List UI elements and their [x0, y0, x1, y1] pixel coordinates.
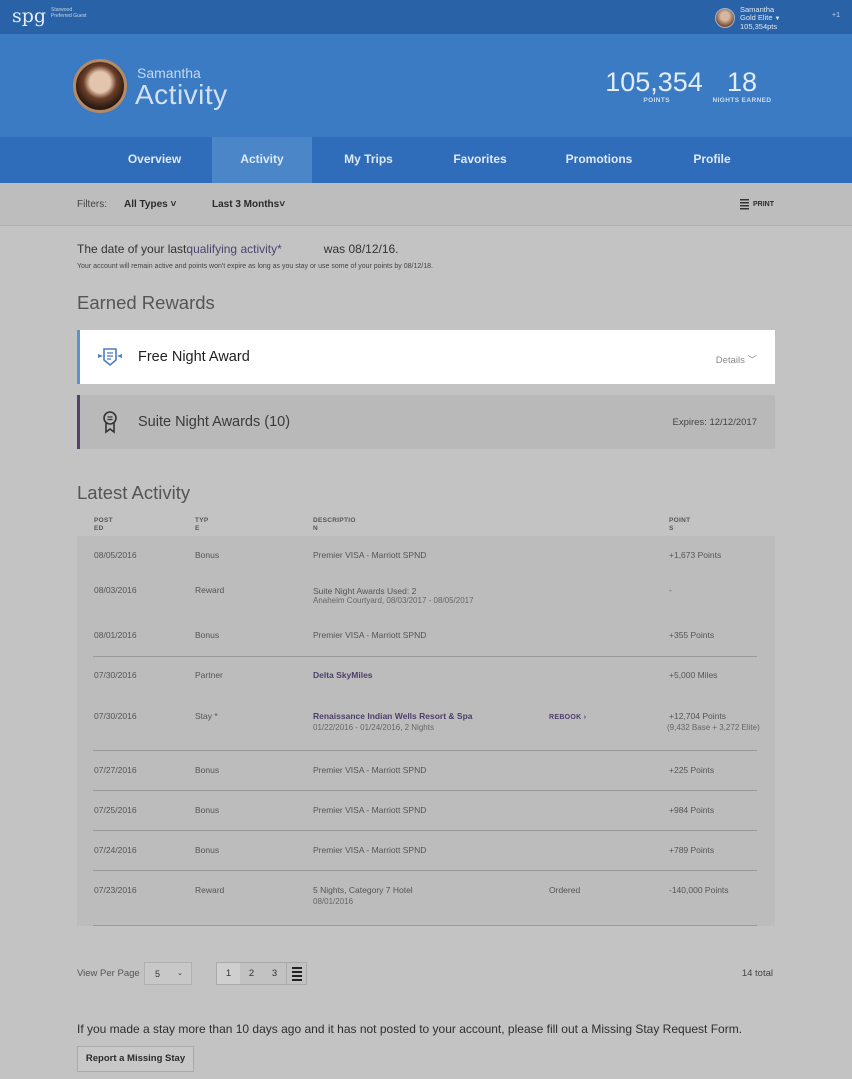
rebook-link[interactable]: REBOOK ›: [549, 712, 586, 723]
profile-avatar: [73, 59, 127, 113]
points-stat: 105,354 POINTS: [600, 67, 708, 104]
date-range-dropdown[interactable]: Last 3 Months˅: [212, 199, 285, 210]
tab-profile[interactable]: Profile: [663, 137, 761, 183]
print-button[interactable]: PRINT: [740, 199, 774, 210]
nights-label: NIGHTS EARNED: [712, 97, 772, 104]
medal-icon: [103, 411, 117, 434]
table-row[interactable]: 07/30/2016 Partner Delta SkyMiles +5,000…: [77, 657, 775, 697]
page-1-button[interactable]: 1: [217, 963, 240, 984]
reward-title: Free Night Award: [138, 349, 250, 365]
tab-activity[interactable]: Activity: [212, 137, 312, 183]
logo-subtitle: Starwood Preferred Guest: [51, 7, 87, 19]
main-nav: Overview Activity My Trips Favorites Pro…: [0, 137, 852, 183]
table-row[interactable]: 07/27/2016 Bonus Premier VISA - Marriott…: [77, 751, 775, 791]
points-label: POINTS: [643, 97, 670, 104]
column-posted: POSTED: [94, 517, 113, 532]
tab-my-trips[interactable]: My Trips: [312, 137, 425, 183]
date-range-value: Last 3 Months: [212, 199, 280, 210]
table-row[interactable]: 07/25/2016 Bonus Premier VISA - Marriott…: [77, 791, 775, 831]
print-icon: [740, 199, 749, 210]
free-night-award-card[interactable]: Free Night Award Details ﹀: [77, 330, 775, 384]
qualifying-activity-link[interactable]: qualifying activity*: [186, 242, 281, 256]
table-row[interactable]: 08/05/2016 Bonus Premier VISA - Marriott…: [77, 536, 775, 571]
activity-table: 08/05/2016 Bonus Premier VISA - Marriott…: [77, 536, 775, 926]
tab-overview[interactable]: Overview: [97, 137, 212, 183]
chevron-down-icon: ▼: [774, 15, 781, 22]
details-toggle[interactable]: Details ﹀: [716, 352, 757, 366]
user-avatar: [715, 8, 735, 28]
notification-count[interactable]: +1: [832, 12, 840, 19]
list-view-icon[interactable]: [286, 963, 306, 984]
points-value: 105,354: [605, 67, 703, 97]
tab-promotions[interactable]: Promotions: [535, 137, 663, 183]
nights-value: 18: [726, 67, 758, 97]
page-buttons: 1 2 3: [216, 962, 307, 985]
reward-status: Ordered: [549, 885, 581, 895]
print-label: PRINT: [753, 201, 774, 208]
top-bar: spg Starwood Preferred Guest Samantha Go…: [0, 0, 852, 34]
table-row[interactable]: 07/23/2016 Reward 5 Nights, Category 7 H…: [77, 871, 775, 926]
profile-hero: Samantha Activity 105,354 POINTS 18 NIGH…: [0, 34, 852, 137]
suite-night-awards-card[interactable]: Suite Night Awards (10) Expires: 12/12/2…: [77, 395, 775, 449]
spg-logo[interactable]: spg: [12, 5, 46, 27]
table-row[interactable]: 07/24/2016 Bonus Premier VISA - Marriott…: [77, 831, 775, 871]
total-count: 14 total: [741, 968, 773, 979]
tab-favorites[interactable]: Favorites: [425, 137, 535, 183]
user-points: 105,354pts: [740, 22, 778, 31]
missing-stay-text: If you made a stay more than 10 days ago…: [77, 1022, 743, 1036]
per-page-select[interactable]: 5 ⌄: [144, 962, 192, 985]
user-tier: Gold Elite: [740, 12, 773, 22]
account-activity-note: Your account will remain active and poin…: [77, 263, 433, 270]
chevron-down-icon: ˅: [167, 199, 177, 210]
page-2-button[interactable]: 2: [240, 963, 263, 984]
page-title: Activity: [135, 79, 228, 110]
report-missing-stay-button[interactable]: Report a Missing Stay: [77, 1046, 194, 1072]
filter-bar: Filters: All Types ˅ Last 3 Months˅ PRIN…: [0, 183, 852, 226]
pagination-bar: View Per Page 5 ⌄ 1 2 3 14 total: [77, 961, 775, 986]
activity-table-header: POSTED TYPE DESCRIPTION POINTS: [77, 517, 775, 536]
chevron-down-icon: ˅: [279, 199, 286, 210]
filters-label: Filters:: [77, 199, 107, 210]
type-filter-dropdown[interactable]: All Types ˅: [124, 199, 176, 210]
column-type: TYPE: [195, 517, 209, 532]
qualifying-activity-text: The date of your lastqualifying activity…: [77, 242, 399, 256]
column-description: DESCRIPTION: [313, 517, 356, 532]
type-filter-value: All Types: [124, 199, 168, 210]
page-3-button[interactable]: 3: [263, 963, 286, 984]
hotel-link[interactable]: Renaissance Indian Wells Resort & Spa: [313, 711, 473, 721]
earned-rewards-heading: Earned Rewards: [77, 292, 215, 313]
chevron-down-icon: ﹀: [747, 355, 757, 366]
table-row[interactable]: 08/01/2016 Bonus Premier VISA - Marriott…: [77, 616, 775, 657]
view-per-page-label: View Per Page: [77, 968, 140, 979]
latest-activity-heading: Latest Activity: [77, 482, 191, 503]
column-points: POINTS: [669, 517, 691, 532]
partner-link[interactable]: Delta SkyMiles: [313, 670, 373, 681]
reward-expiration: Expires: 12/12/2017: [672, 417, 757, 428]
award-ribbon-icon: [98, 348, 122, 367]
nights-stat: 18 NIGHTS EARNED: [708, 67, 776, 104]
chevron-down-icon: ⌄: [177, 970, 183, 977]
user-menu[interactable]: Samantha Gold Elite ▼ 105,354pts: [715, 6, 780, 31]
reward-title: Suite Night Awards (10): [138, 414, 291, 430]
table-row[interactable]: 07/30/2016 Stay * Renaissance Indian Wel…: [77, 697, 775, 751]
table-row[interactable]: 08/03/2016 Reward Suite Night Awards Use…: [77, 571, 775, 616]
